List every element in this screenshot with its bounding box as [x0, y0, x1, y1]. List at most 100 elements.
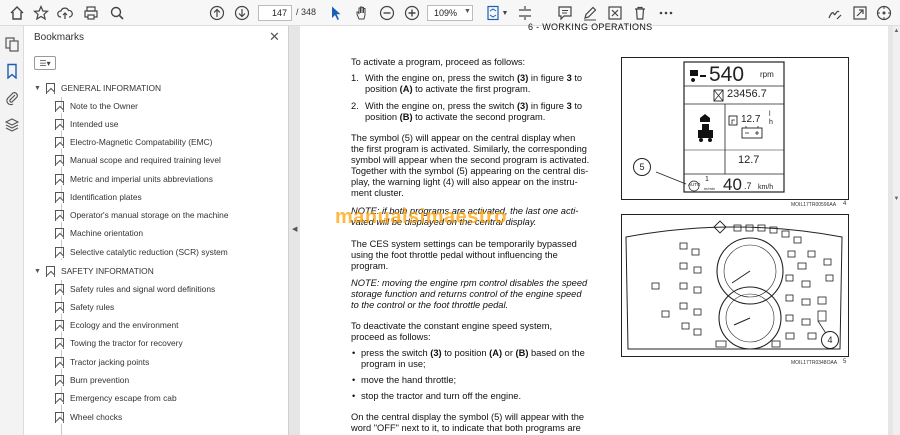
- bookmark-item[interactable]: Towing the tractor for recovery: [55, 334, 183, 352]
- para-2-line: using the foot throttle pedal without in…: [351, 250, 558, 260]
- thumbnails-icon[interactable]: [4, 36, 20, 52]
- note-2-line: storage function and returns control of …: [351, 289, 582, 299]
- bookmark-icon: [46, 82, 55, 94]
- rpm-value: 540: [709, 63, 745, 86]
- step-2-line-1: With the engine on, press the switch (3)…: [365, 101, 583, 111]
- bookmark-item[interactable]: Manual scope and required training level: [55, 151, 221, 169]
- para-4-line: On the central display the symbol (5) wi…: [351, 412, 585, 422]
- page-up-icon[interactable]: [208, 4, 226, 22]
- bookmark-label: Operator's manual storage on the machine: [70, 210, 229, 220]
- star-icon[interactable]: [32, 4, 50, 22]
- scroll-down-icon[interactable]: ▼: [893, 196, 900, 202]
- note-2-line: to the control or the foot throttle peda…: [351, 300, 509, 310]
- para-1-line: play, the warning light (4) will also ap…: [351, 177, 578, 187]
- bookmark-label: Electro-Magnetic Compatability (EMC): [70, 137, 213, 147]
- bookmark-icon: [55, 411, 64, 423]
- select-cursor-icon[interactable]: [327, 4, 345, 22]
- fit-chevron-icon[interactable]: ▼: [500, 4, 510, 22]
- scroll-up-icon[interactable]: ▲: [893, 28, 900, 34]
- bookmark-item[interactable]: Operator's manual storage on the machine: [55, 206, 229, 224]
- bookmark-panel-icon[interactable]: [4, 63, 20, 80]
- chevron-down-icon[interactable]: ▼: [464, 8, 471, 15]
- bookmark-item[interactable]: Note to the Owner: [55, 97, 138, 115]
- bookmark-label: Metric and imperial units abbreviations: [70, 174, 213, 184]
- collapse-panel-icon[interactable]: ◀: [292, 225, 297, 233]
- layers-icon[interactable]: [4, 117, 20, 133]
- hand-tool-icon[interactable]: [353, 4, 371, 22]
- note-2-line: NOTE: moving the engine rpm control disa…: [351, 278, 588, 288]
- bookmark-icon: [55, 154, 64, 166]
- bookmark-item[interactable]: Emergency escape from cab: [55, 389, 177, 407]
- bookmark-icon: [55, 173, 64, 185]
- rpm-unit: rpm: [760, 70, 774, 79]
- bookmark-icon: [55, 301, 64, 313]
- cloud-upload-icon[interactable]: [56, 4, 74, 22]
- intro-text: To activate a program, proceed as follow…: [351, 57, 526, 67]
- bookmark-item[interactable]: Selective catalytic reduction (SCR) syst…: [55, 243, 228, 261]
- bookmark-item[interactable]: Tractor jacking points: [55, 353, 149, 371]
- bookmark-label: Towing the tractor for recovery: [70, 338, 183, 348]
- page-total: / 348: [296, 7, 317, 17]
- viewer-scrollbar[interactable]: ▲ ▼: [893, 26, 900, 435]
- page-down-icon[interactable]: [233, 4, 251, 22]
- para-1-line: symbol will appear when the second progr…: [351, 155, 590, 165]
- running-head: 6 - WORKING OPERATIONS: [528, 22, 653, 32]
- print-icon[interactable]: [82, 4, 100, 22]
- speed-decimal: .7: [744, 181, 752, 191]
- auto-value: 1: [705, 176, 709, 183]
- bookmark-section-general[interactable]: ▼ GENERAL INFORMATION: [34, 79, 161, 97]
- zoom-in-icon[interactable]: [403, 4, 421, 22]
- bookmark-item[interactable]: Electro-Magnetic Compatability (EMC): [55, 133, 212, 151]
- bookmarks-panel: Bookmarks ✕ ☰▾ ▼ GENERAL INFORMATION Not…: [24, 26, 310, 435]
- bookmark-item[interactable]: Ecology and the environment: [55, 316, 178, 334]
- bookmark-section-safety[interactable]: ▼ SAFETY INFORMATION: [34, 262, 154, 280]
- bookmark-item[interactable]: Safety rules: [55, 298, 114, 316]
- fuel-rate-value: 12.7: [741, 114, 761, 125]
- settings-icon[interactable]: [875, 4, 893, 22]
- left-icon-rail: [0, 26, 24, 435]
- hours-value: 23456.7: [727, 88, 767, 100]
- zoom-search-icon[interactable]: [108, 4, 126, 22]
- bookmark-item[interactable]: Machine orientation: [55, 224, 143, 242]
- scroll-mode-icon[interactable]: [516, 4, 534, 22]
- battery-value: 12.7: [738, 154, 760, 166]
- attachment-icon[interactable]: [4, 90, 20, 106]
- step-2-line-2: position (B) to activate the second prog…: [365, 112, 546, 122]
- bullet-icon: •: [352, 391, 356, 401]
- fuel-unit-bottom: h: [769, 119, 773, 126]
- more-icon[interactable]: [657, 4, 675, 22]
- bookmark-icon: [55, 227, 64, 239]
- para-2-line: program.: [351, 261, 389, 271]
- sign-icon[interactable]: [826, 4, 844, 22]
- bookmark-item[interactable]: Identification plates: [55, 188, 142, 206]
- expand-chevron-icon[interactable]: ▼: [34, 268, 44, 275]
- comment-icon[interactable]: [556, 4, 574, 22]
- para-3-line: proceed as follows:: [351, 332, 431, 342]
- bookmark-icon: [55, 337, 64, 349]
- figure-central-display: 5 540 rpm 23456.7 12.7 l h 12.7 AUTO 1 m…: [621, 57, 849, 200]
- step-1-line-1: With the engine on, press the switch (3)…: [365, 73, 583, 83]
- bookmark-item[interactable]: Wheel chocks: [55, 408, 122, 426]
- bookmark-item[interactable]: Burn prevention: [55, 371, 129, 389]
- toolbar: 147 / 348 109% ▼ ▼: [0, 0, 900, 26]
- figure-callout-4: 4: [821, 331, 839, 349]
- share-icon[interactable]: [851, 4, 869, 22]
- expand-chevron-icon[interactable]: ▼: [34, 85, 44, 92]
- page-number-input[interactable]: 147: [258, 5, 292, 21]
- bookmark-item[interactable]: Safety rules and signal word definitions: [55, 280, 215, 298]
- delete-icon[interactable]: [631, 4, 649, 22]
- auto-unit: m/min: [704, 186, 715, 191]
- zoom-out-icon[interactable]: [378, 4, 396, 22]
- close-icon[interactable]: ✕: [269, 29, 280, 45]
- bookmark-label: Intended use: [70, 119, 119, 129]
- bookmark-icon: [55, 392, 64, 404]
- pen-icon[interactable]: [581, 4, 599, 22]
- bookmark-item[interactable]: Intended use: [55, 115, 118, 133]
- bookmark-label: Safety rules and signal word definitions: [70, 284, 216, 294]
- stamp-icon[interactable]: [606, 4, 624, 22]
- bookmark-options-button[interactable]: ☰▾: [34, 56, 56, 70]
- bookmark-item[interactable]: Metric and imperial units abbreviations: [55, 170, 213, 188]
- figure-1-number: 4: [843, 201, 847, 207]
- bookmark-label: Emergency escape from cab: [70, 393, 177, 403]
- home-icon[interactable]: [8, 4, 26, 22]
